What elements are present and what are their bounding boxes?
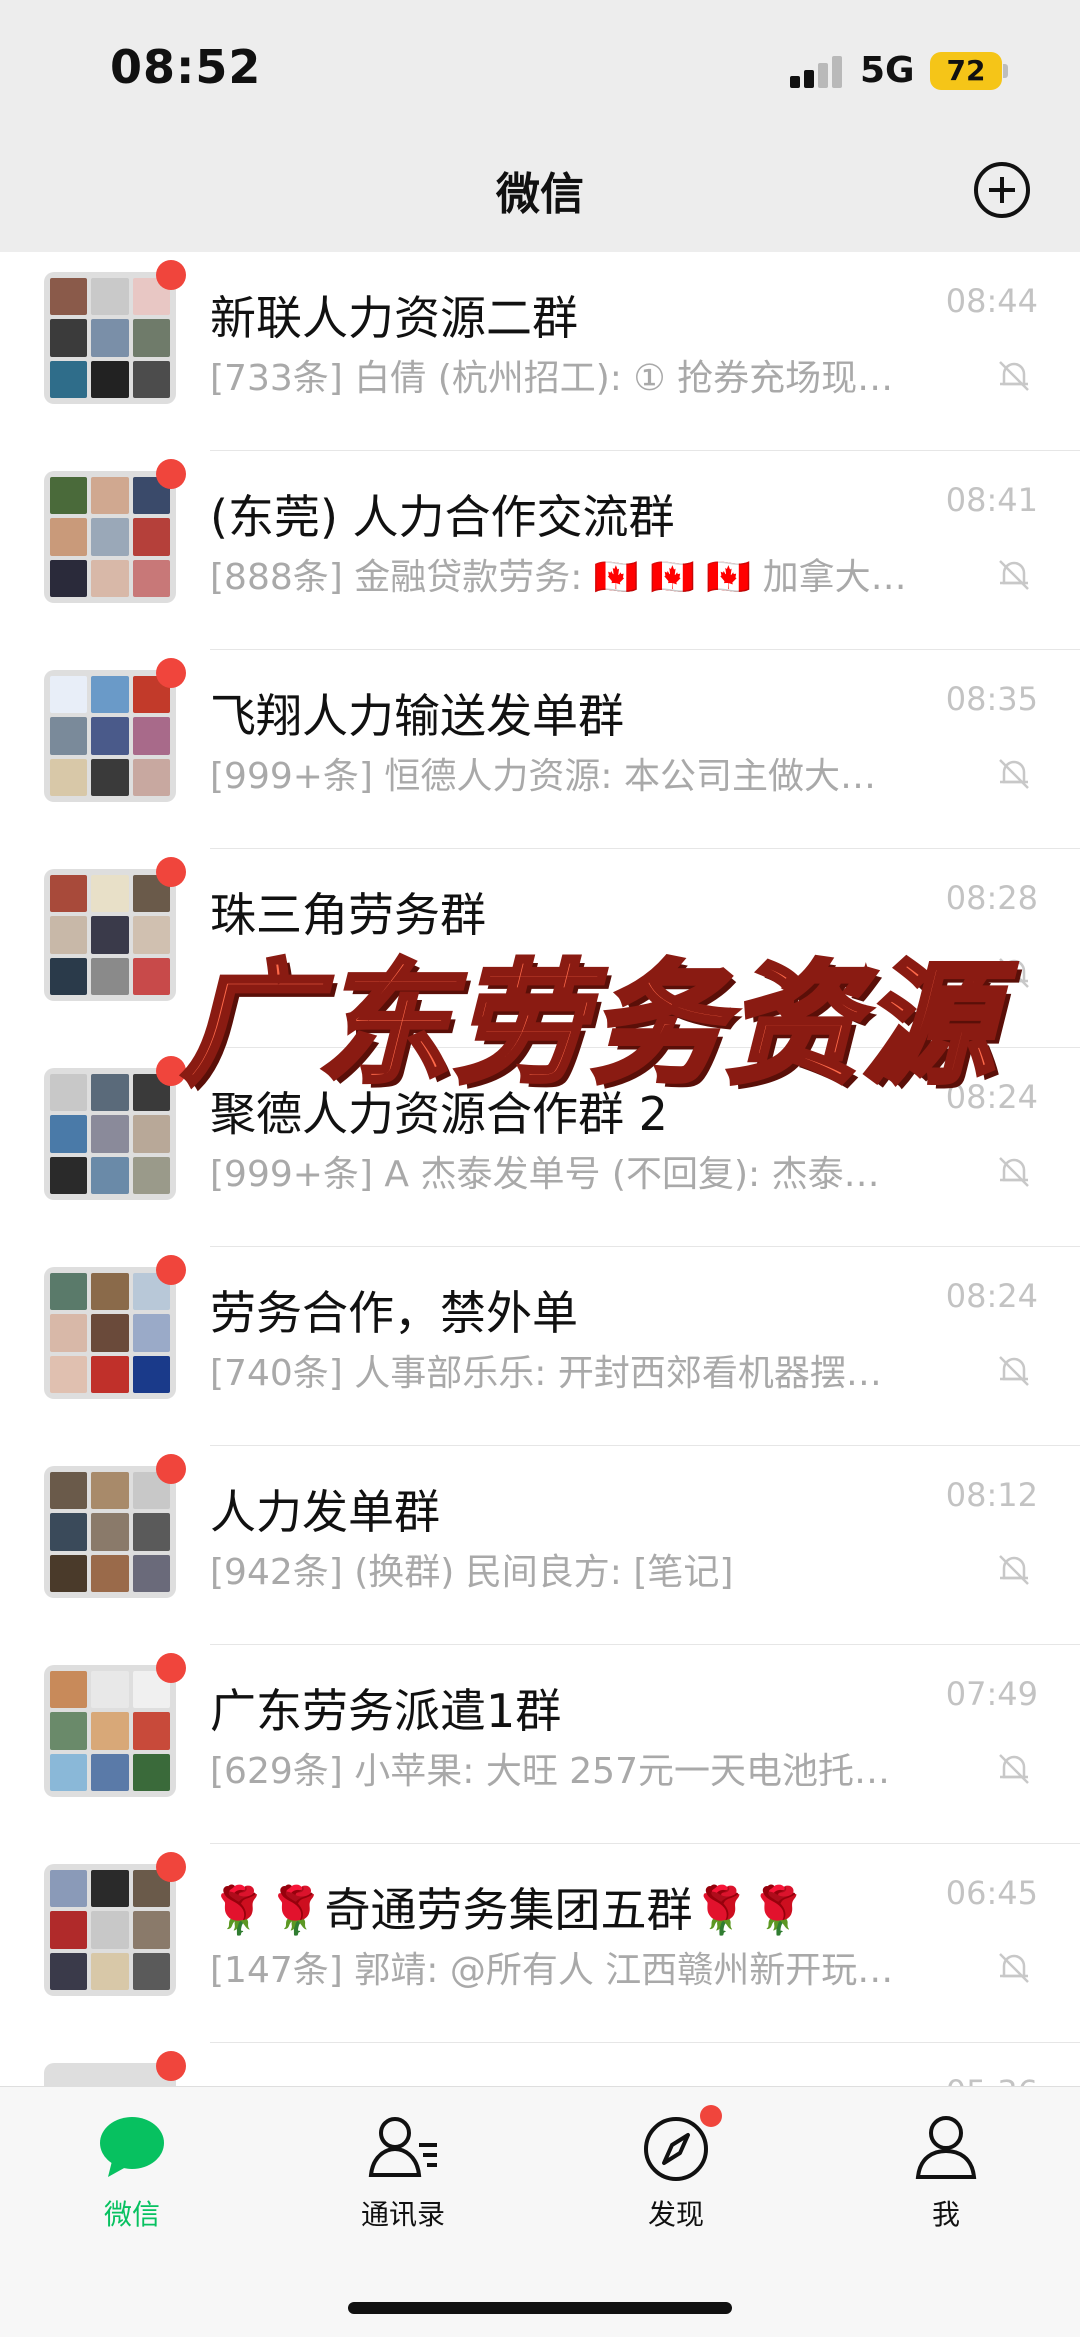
chat-name: (东莞) 人力合作交流群: [210, 490, 675, 544]
chat-name: 飞翔人力输送发单群: [210, 689, 624, 743]
chat-time: 07:49: [945, 1675, 1038, 1713]
tab-label: 通讯录: [360, 2198, 445, 2231]
battery-tip: [1003, 64, 1008, 78]
chat-name: 劳务合作，禁外单: [210, 1286, 578, 1340]
group-avatar: [44, 1267, 176, 1399]
group-avatar: [44, 869, 176, 1001]
chat-time: 08:12: [945, 1476, 1038, 1514]
group-avatar: [44, 1068, 176, 1200]
group-avatar: [44, 272, 176, 404]
chat-preview: [733条] 白倩 (杭州招工): ① 抢券充场现…: [210, 358, 894, 399]
mute-bell-icon: [999, 759, 1029, 789]
chat-time: 08:28: [945, 879, 1038, 917]
chat-preview: [942条] (换群) 民间良方: [笔记]: [210, 1552, 734, 1593]
tab-contacts[interactable]: 通讯录: [303, 2087, 503, 2267]
mute-bell-icon: [999, 1754, 1029, 1784]
chat-name: 人力发单群: [210, 1485, 440, 1539]
battery-icon: 72: [930, 52, 1002, 90]
unread-dot: [156, 260, 186, 290]
chat-time: 08:44: [945, 282, 1038, 320]
tab-me[interactable]: 我: [846, 2087, 1046, 2267]
chat-name: 工作群 2: [210, 2073, 392, 2086]
chat-bubble-icon: [100, 2117, 164, 2177]
chat-time: 08:35: [945, 680, 1038, 718]
tab-chats[interactable]: 微信: [32, 2087, 232, 2267]
chat-time: 05:36: [946, 2073, 1038, 2086]
unread-dot: [156, 1454, 186, 1484]
chat-time: 06:45: [945, 1874, 1038, 1912]
chat-name: 🌹🌹奇通劳务集团五群🌹🌹: [210, 1883, 808, 1937]
unread-dot: [156, 1653, 186, 1683]
tab-label: 发现: [647, 2198, 704, 2231]
chat-row[interactable]: 人力发单群 08:12 [942条] (换群) 民间良方: [笔记]: [0, 1446, 1080, 1645]
unread-dot: [156, 658, 186, 688]
tab-bar: 微信 通讯录 发现 我: [0, 2086, 1080, 2337]
unread-dot: [156, 857, 186, 887]
chat-row[interactable]: (东莞) 人力合作交流群 08:41 [888条] 金融贷款劳务: 🇨🇦 🇨🇦 …: [0, 451, 1080, 650]
unread-dot: [700, 2105, 722, 2127]
chat-row[interactable]: 广东劳务派遣1群 07:49 [629条] 小苹果: 大旺 257元一天电池托…: [0, 1645, 1080, 1844]
tab-label: 我: [931, 2198, 960, 2231]
chat-preview: [629条] 小苹果: 大旺 257元一天电池托…: [210, 1751, 890, 1792]
group-avatar: [44, 1466, 176, 1598]
mute-bell-icon: [999, 560, 1029, 590]
mute-bell-icon: [999, 1953, 1029, 1983]
chat-preview: [147条] 郭靖: @所有人 江西赣州新开玩…: [210, 1950, 894, 1991]
status-time: 08:52: [110, 40, 262, 94]
page-title: 微信: [496, 169, 584, 220]
mute-bell-icon: [999, 958, 1029, 988]
unread-dot: [156, 1852, 186, 1882]
group-avatar: [44, 670, 176, 802]
chat-preview: [740条] 人事部乐乐: 开封西郊看机器摆…: [210, 1353, 882, 1394]
tab-discover[interactable]: 发现: [576, 2087, 776, 2267]
chat-name: 新联人力资源二群: [210, 291, 578, 345]
chat-row[interactable]: 聚德人力资源合作群 2 08:24 [999+条] A 杰泰发单号 (不回复):…: [0, 1048, 1080, 1247]
contacts-icon: [368, 2117, 437, 2177]
unread-dot: [156, 2051, 186, 2081]
chat-name: 珠三角劳务群: [210, 888, 486, 942]
unread-dot: [156, 1056, 186, 1086]
chat-row[interactable]: 新联人力资源二群 08:44 [733条] 白倩 (杭州招工): ① 抢券充场现…: [0, 252, 1080, 451]
group-avatar: [44, 471, 176, 603]
mute-bell-icon: [999, 1157, 1029, 1187]
home-indicator[interactable]: [348, 2302, 732, 2314]
chat-row[interactable]: 珠三角劳务群 08:28: [0, 849, 1080, 1048]
chat-preview: [888条] 金融贷款劳务: 🇨🇦 🇨🇦 🇨🇦 加拿大…: [210, 557, 907, 598]
chat-preview: [999+条] A 杰泰发单号 (不回复): 杰泰…: [210, 1154, 880, 1195]
unread-dot: [156, 1255, 186, 1285]
chat-row[interactable]: 劳务合作，禁外单 08:24 [740条] 人事部乐乐: 开封西郊看机器摆…: [0, 1247, 1080, 1446]
network-type: 5G: [860, 50, 915, 91]
mute-bell-icon: [999, 361, 1029, 391]
chat-list: 新联人力资源二群 08:44 [733条] 白倩 (杭州招工): ① 抢券充场现…: [0, 252, 1080, 2086]
signal-icon: [790, 56, 842, 88]
chat-time: 08:24: [945, 1277, 1038, 1315]
top-bar: 08:52 5G 72 微信: [0, 0, 1080, 252]
group-avatar: [44, 1864, 176, 1996]
chat-time: 08:41: [945, 481, 1038, 519]
chat-time: 08:24: [945, 1078, 1038, 1116]
chat-row[interactable]: 飞翔人力输送发单群 08:35 [999+条] 恒德人力资源: 本公司主做大…: [0, 650, 1080, 849]
chat-name: 聚德人力资源合作群 2: [210, 1087, 668, 1141]
chat-row[interactable]: 🌹🌹奇通劳务集团五群🌹🌹 06:45 [147条] 郭靖: @所有人 江西赣州新…: [0, 1844, 1080, 2043]
unread-dot: [156, 459, 186, 489]
chat-preview: [999+条] 恒德人力资源: 本公司主做大…: [210, 756, 876, 797]
add-icon[interactable]: [974, 162, 1030, 218]
chat-row[interactable]: 工作群 2 05:36: [0, 2043, 1080, 2086]
mute-bell-icon: [999, 1356, 1029, 1386]
group-avatar: [44, 1665, 176, 1797]
person-icon: [915, 2116, 977, 2179]
mute-bell-icon: [999, 1555, 1029, 1585]
chat-name: 广东劳务派遣1群: [210, 1684, 562, 1738]
tab-label: 微信: [103, 2198, 160, 2231]
